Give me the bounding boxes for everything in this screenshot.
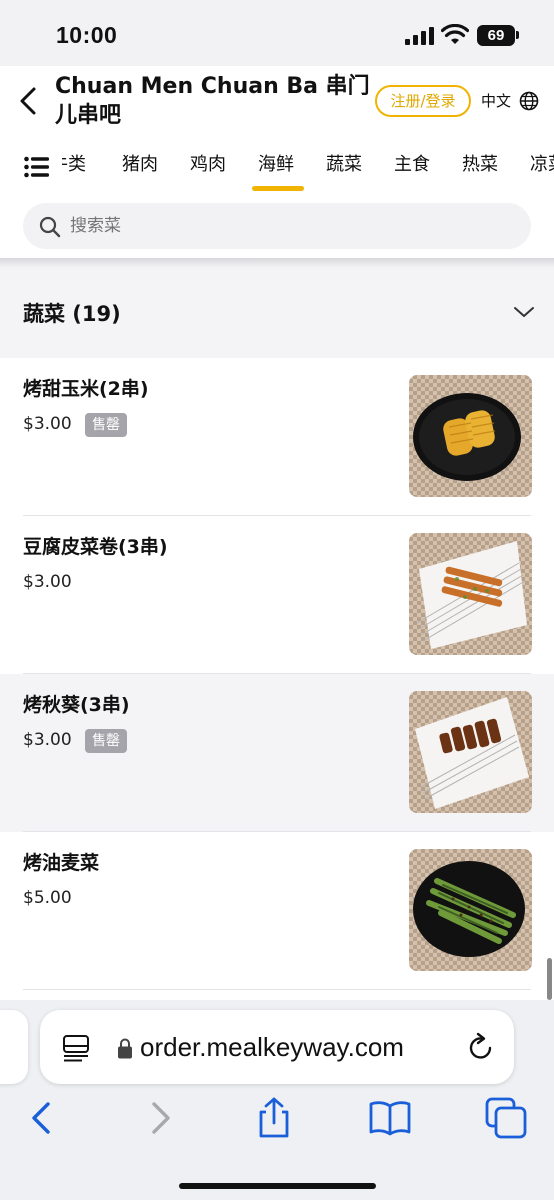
category-section-header[interactable]: 蔬菜 (19) (0, 268, 554, 358)
category-title: 蔬菜 (19) (23, 302, 121, 326)
chevron-down-icon[interactable] (512, 303, 536, 321)
item-image-corn[interactable] (409, 375, 532, 497)
lock-icon (118, 1038, 132, 1059)
category-tabs: 牛类 猪肉 鸡肉 海鲜 蔬菜 主食 热菜 凉菜 (62, 150, 554, 180)
search-bar[interactable] (23, 203, 531, 249)
tab-pork[interactable]: 猪肉 (122, 150, 158, 176)
home-indicator (179, 1183, 376, 1189)
item-price: $5.00 (23, 888, 72, 908)
cellular-signal-icon (405, 27, 435, 45)
reload-icon[interactable] (466, 1032, 496, 1062)
share-icon[interactable] (252, 1096, 296, 1140)
url-text[interactable]: order.mealkeyway.com (140, 1032, 458, 1063)
globe-icon[interactable] (519, 91, 539, 111)
item-name: 烤秋葵(3串) (23, 694, 130, 716)
item-name: 烤甜玉米(2串) (23, 378, 149, 400)
tab-chicken[interactable]: 鸡肉 (190, 150, 226, 176)
item-price: $3.00 (23, 414, 72, 434)
sold-out-badge: 售罄 (85, 413, 127, 437)
status-time: 10:00 (56, 22, 118, 48)
login-register-button[interactable]: 注册/登录 (375, 85, 471, 117)
item-name: 豆腐皮菜卷(3串) (23, 536, 168, 558)
tab-seafood[interactable]: 海鲜 (258, 150, 294, 176)
tab-staples[interactable]: 主食 (394, 150, 430, 176)
tabs-overview-icon[interactable] (484, 1096, 528, 1140)
menu-item[interactable]: 烤油麦菜 $5.00 (0, 832, 554, 990)
battery-tip (516, 31, 519, 39)
tab-hot-dishes[interactable]: 热菜 (462, 150, 498, 176)
previous-tab-preview[interactable] (0, 1010, 28, 1084)
status-bar: 10:00 69 (0, 0, 554, 66)
restaurant-title: Chuan Men Chuan Ba 串门儿串吧 (55, 74, 370, 128)
sold-out-badge: 售罄 (85, 729, 127, 753)
menu-item[interactable]: 豆腐皮菜卷(3串) $3.00 (0, 516, 554, 674)
item-image-okra[interactable] (409, 691, 532, 813)
category-menu-icon[interactable] (24, 156, 50, 178)
scroll-indicator[interactable] (547, 958, 552, 1000)
tab-cold-dishes[interactable]: 凉菜 (530, 150, 554, 176)
menu-item[interactable]: 烤秋葵(3串) $3.00 售罄 (0, 674, 554, 832)
item-price: $3.00 (23, 730, 72, 750)
wifi-icon (441, 24, 469, 44)
active-tab-indicator (252, 186, 304, 191)
back-chevron-icon[interactable] (14, 84, 44, 118)
search-input[interactable] (70, 203, 470, 249)
item-image-tofu-rolls[interactable] (409, 533, 532, 655)
battery-icon: 69 (477, 25, 515, 46)
safari-toolbar: order.mealkeyway.com (0, 1000, 554, 1200)
language-label[interactable]: 中文 (481, 90, 511, 111)
bookmarks-icon[interactable] (368, 1096, 412, 1140)
restaurant-header: Chuan Men Chuan Ba 串门儿串吧 注册/登录 中文 牛类 猪肉 … (0, 66, 554, 260)
item-image-lettuce[interactable] (409, 849, 532, 971)
item-price: $3.00 (23, 572, 72, 592)
tab-beef[interactable]: 牛类 (62, 150, 86, 176)
menu-item[interactable]: 烤甜玉米(2串) $3.00 售罄 (0, 358, 554, 516)
page-menu-icon[interactable] (62, 1034, 90, 1062)
header-shadow (0, 258, 554, 268)
browser-forward-icon[interactable] (138, 1096, 182, 1140)
search-icon (39, 216, 61, 238)
tab-vegetables[interactable]: 蔬菜 (326, 150, 362, 176)
item-name: 烤油麦菜 (23, 852, 100, 874)
address-bar[interactable]: order.mealkeyway.com (40, 1010, 514, 1084)
browser-back-icon[interactable] (20, 1096, 64, 1140)
